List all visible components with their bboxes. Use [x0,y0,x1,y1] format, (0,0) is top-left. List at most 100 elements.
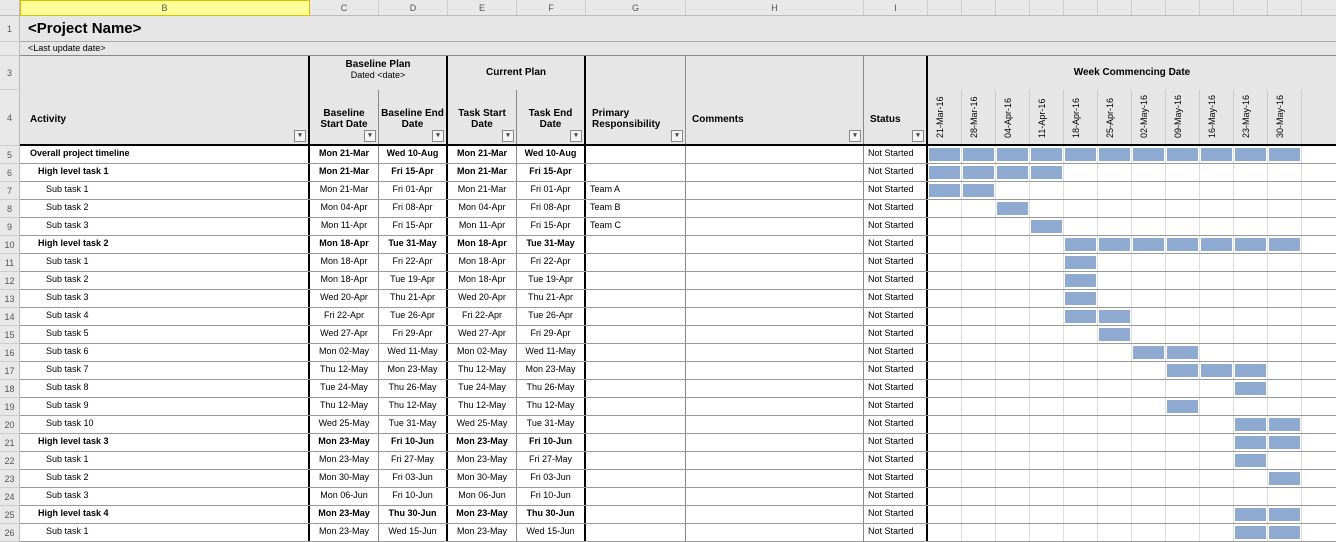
cell-status[interactable]: Not Started [864,488,928,505]
cell-date[interactable]: Fri 10-Jun [379,488,448,505]
week-header-9[interactable]: 23-May-16 [1234,90,1268,144]
gantt-cell[interactable] [1234,146,1268,163]
gantt-cell[interactable] [1132,524,1166,541]
gantt-cell[interactable] [962,416,996,433]
gantt-cell[interactable] [1064,182,1098,199]
gantt-cell[interactable] [1064,488,1098,505]
gantt-cell[interactable] [1200,254,1234,271]
row-num-17[interactable]: 17 [0,362,20,380]
gantt-cell[interactable] [1132,416,1166,433]
cell-comments[interactable] [686,200,864,217]
gantt-cell[interactable] [962,524,996,541]
gantt-cell[interactable] [1098,290,1132,307]
cell-primary[interactable] [586,164,686,181]
cell-date[interactable]: Wed 11-May [379,344,448,361]
cell-activity[interactable]: Sub task 10 [20,416,310,433]
gantt-cell[interactable] [962,308,996,325]
gantt-cell[interactable] [1098,434,1132,451]
col-letter-g[interactable]: G [586,0,686,15]
cell-status[interactable]: Not Started [864,218,928,235]
header-baseline-end[interactable]: Baseline End Date ▾ [379,90,448,144]
cell-primary[interactable] [586,272,686,289]
gantt-cell[interactable] [962,326,996,343]
gantt-cell[interactable] [1132,254,1166,271]
gantt-cell[interactable] [1098,344,1132,361]
cell-date[interactable]: Mon 04-Apr [448,200,517,217]
gantt-cell[interactable] [1030,452,1064,469]
gantt-cell[interactable] [1064,452,1098,469]
gantt-cell[interactable] [1268,308,1302,325]
gantt-cell[interactable] [1268,254,1302,271]
cell-status[interactable]: Not Started [864,182,928,199]
gantt-cell[interactable] [1030,380,1064,397]
cell-date[interactable]: Tue 24-May [448,380,517,397]
cell-primary[interactable] [586,506,686,523]
gantt-cell[interactable] [1268,524,1302,541]
gantt-cell[interactable] [996,200,1030,217]
gantt-cell[interactable] [1064,524,1098,541]
cell-date[interactable]: Mon 21-Mar [448,146,517,163]
gantt-cell[interactable] [1098,236,1132,253]
gantt-cell[interactable] [962,362,996,379]
cell-activity[interactable]: Sub task 1 [20,452,310,469]
gantt-cell[interactable] [1166,200,1200,217]
week-header-0[interactable]: 21-Mar-16 [928,90,962,144]
gantt-cell[interactable] [1064,164,1098,181]
gantt-cell[interactable] [1064,470,1098,487]
week-header-1[interactable]: 28-Mar-16 [962,90,996,144]
cell-date[interactable]: Fri 01-Apr [379,182,448,199]
gantt-cell[interactable] [962,488,996,505]
cell-date[interactable]: Wed 15-Jun [517,524,586,541]
gantt-cell[interactable] [1098,308,1132,325]
cell-date[interactable]: Fri 29-Apr [517,326,586,343]
gantt-cell[interactable] [1268,416,1302,433]
row-num-6[interactable]: 6 [0,164,20,182]
cell-primary[interactable] [586,470,686,487]
gantt-cell[interactable] [1268,200,1302,217]
gantt-cell[interactable] [996,506,1030,523]
gantt-cell[interactable] [1268,380,1302,397]
cell-date[interactable]: Thu 21-Apr [517,290,586,307]
gantt-cell[interactable] [1098,488,1132,505]
cell-activity[interactable]: Overall project timeline [20,146,310,163]
cell-primary[interactable] [586,146,686,163]
cell-primary[interactable] [586,434,686,451]
cell-date[interactable]: Mon 18-Apr [448,272,517,289]
gantt-cell[interactable] [1030,434,1064,451]
cell-comments[interactable] [686,182,864,199]
gantt-cell[interactable] [928,218,962,235]
week-header-4[interactable]: 18-Apr-16 [1064,90,1098,144]
cell-activity[interactable]: Sub task 1 [20,254,310,271]
cell-date[interactable]: Mon 21-Mar [448,182,517,199]
gantt-cell[interactable] [1064,380,1098,397]
cell-date[interactable]: Thu 21-Apr [379,290,448,307]
cell-date[interactable]: Thu 30-Jun [379,506,448,523]
cell-primary[interactable]: Team C [586,218,686,235]
filter-icon[interactable]: ▾ [570,130,582,142]
gantt-cell[interactable] [1064,218,1098,235]
gantt-cell[interactable] [1166,344,1200,361]
gantt-cell[interactable] [1098,524,1132,541]
cell-date[interactable]: Thu 26-May [379,380,448,397]
gantt-cell[interactable] [996,344,1030,361]
row-num-5[interactable]: 5 [0,146,20,164]
gantt-cell[interactable] [1030,362,1064,379]
cell-activity[interactable]: Sub task 3 [20,290,310,307]
col-letter-i[interactable]: I [864,0,928,15]
gantt-cell[interactable] [1166,272,1200,289]
cell-date[interactable]: Thu 12-May [379,398,448,415]
gantt-cell[interactable] [1166,506,1200,523]
cell-status[interactable]: Not Started [864,236,928,253]
gantt-cell[interactable] [928,362,962,379]
cell-date[interactable]: Fri 03-Jun [517,470,586,487]
cell-activity[interactable]: Sub task 7 [20,362,310,379]
col-letter-h[interactable]: H [686,0,864,15]
row-num-22[interactable]: 22 [0,452,20,470]
cell-date[interactable]: Mon 18-Apr [448,236,517,253]
cell-date[interactable]: Mon 02-May [448,344,517,361]
gantt-cell[interactable] [1200,434,1234,451]
gantt-cell[interactable] [996,380,1030,397]
gantt-cell[interactable] [1030,254,1064,271]
gantt-cell[interactable] [1234,254,1268,271]
cell-comments[interactable] [686,326,864,343]
